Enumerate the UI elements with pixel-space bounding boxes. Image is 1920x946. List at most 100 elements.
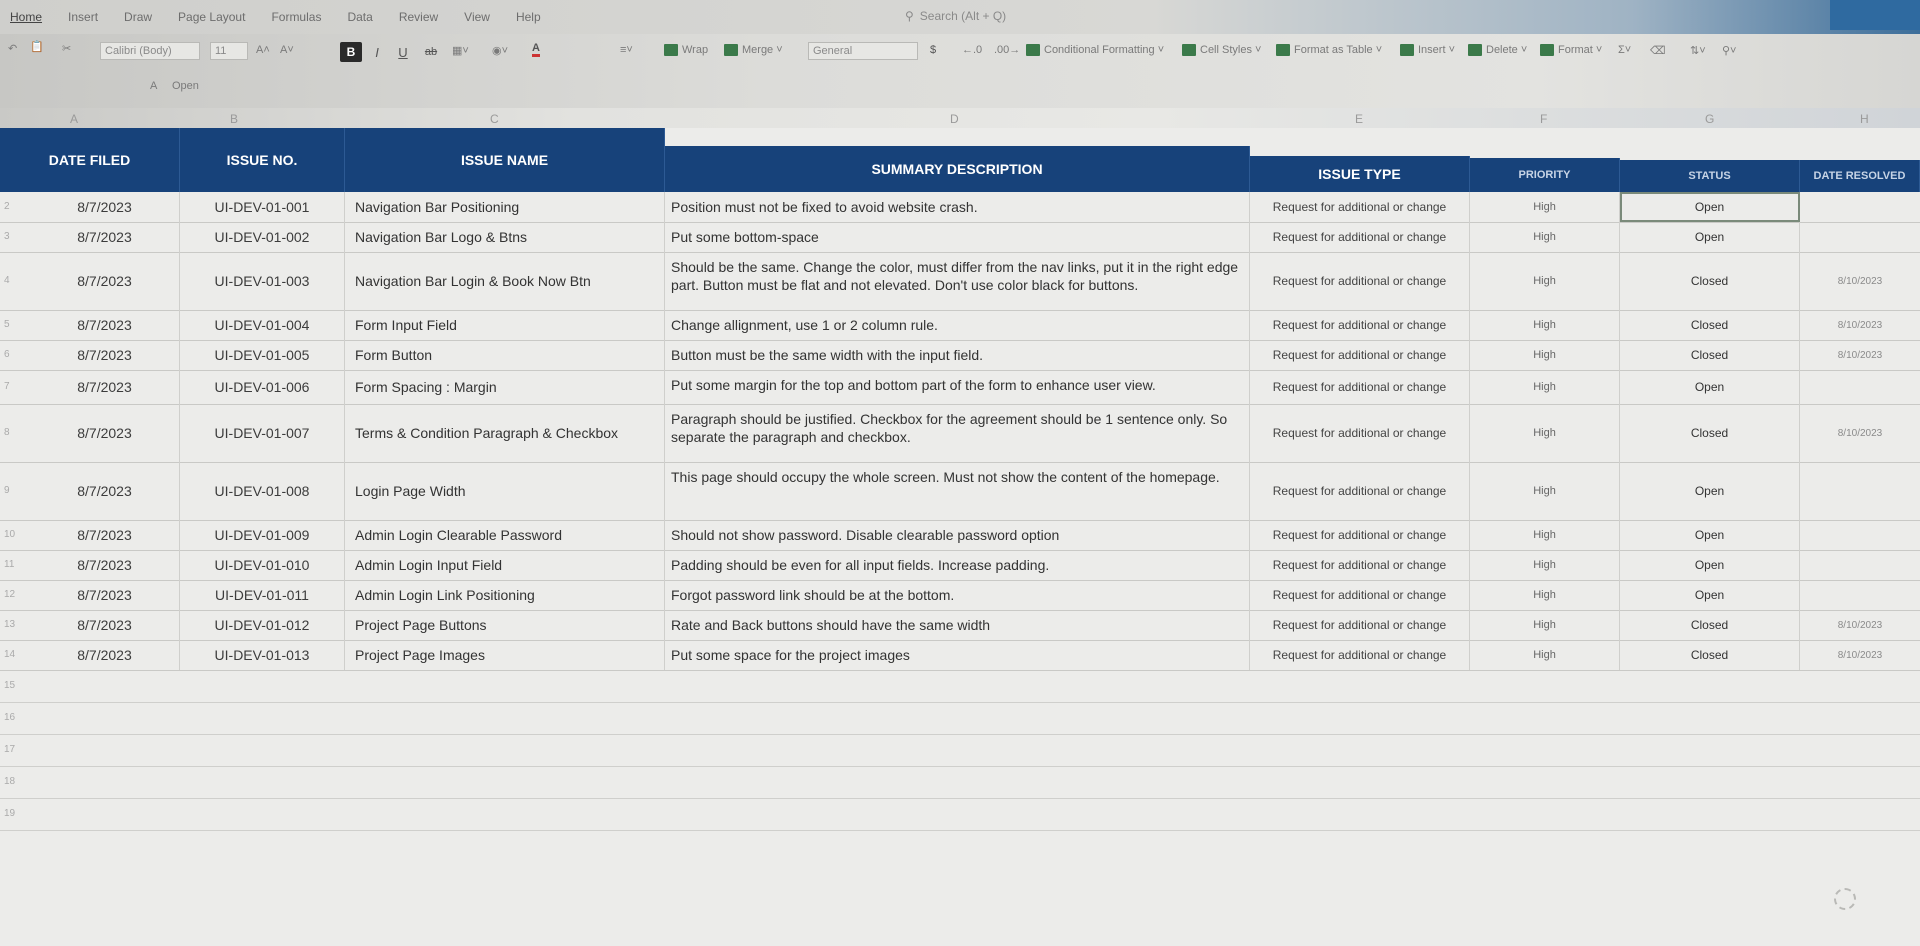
cell-status[interactable]: Open (1620, 520, 1800, 550)
cell-date-resolved[interactable]: 8/10/2023 (1800, 640, 1920, 670)
cell-date-filed[interactable]: 8/7/2023 (30, 252, 180, 310)
cell-issue-no[interactable]: UI-DEV-01-008 (180, 462, 345, 520)
cell-issue-no[interactable]: UI-DEV-01-004 (180, 310, 345, 340)
cell-date-filed[interactable]: 8/7/2023 (30, 340, 180, 370)
cell-issue-type[interactable]: Request for additional or change (1250, 550, 1470, 580)
cell-issue-no[interactable]: UI-DEV-01-012 (180, 610, 345, 640)
cell-styles-button[interactable]: Cell Styles ˅ (1182, 44, 1261, 57)
cell-date-resolved[interactable] (1800, 520, 1920, 550)
empty-row[interactable]: 16 (0, 702, 1920, 735)
cell-date-filed[interactable]: 8/7/2023 (30, 404, 180, 462)
cell-issue-no[interactable]: UI-DEV-01-013 (180, 640, 345, 670)
autosum-icon[interactable]: Σ˅ (1618, 44, 1631, 56)
header-date-filed[interactable]: DATE FILED (0, 128, 180, 192)
bold-button[interactable]: B (340, 42, 362, 62)
cell-priority[interactable]: High (1470, 340, 1620, 370)
cell-issue-type[interactable]: Request for additional or change (1250, 404, 1470, 462)
header-date-resolved[interactable]: DATE RESOLVED (1800, 160, 1920, 192)
row-number[interactable]: 7 (4, 381, 10, 392)
font-color-icon[interactable]: A (532, 42, 540, 57)
strikethrough-button[interactable]: ab (420, 42, 442, 62)
cell-date-filed[interactable]: 8/7/2023 (30, 550, 180, 580)
tab-review[interactable]: Review (399, 10, 438, 24)
undo-icon[interactable]: ↶ (8, 42, 17, 55)
cell-issue-type[interactable]: Request for additional or change (1250, 640, 1470, 670)
cell-status[interactable]: Open (1620, 550, 1800, 580)
cell-date-filed[interactable]: 8/7/2023 (30, 192, 180, 222)
row-number[interactable]: 14 (4, 649, 15, 660)
cell-date-resolved[interactable] (1800, 550, 1920, 580)
column-letter-g[interactable]: G (1705, 112, 1714, 126)
row-number[interactable]: 19 (4, 808, 15, 819)
cell-date-resolved[interactable]: 8/10/2023 (1800, 610, 1920, 640)
cell-issue-type[interactable]: Request for additional or change (1250, 580, 1470, 610)
column-letter-e[interactable]: E (1355, 112, 1363, 126)
name-box[interactable]: A (150, 80, 157, 92)
cell-summary[interactable]: Change allignment, use 1 or 2 column rul… (665, 310, 1250, 340)
cell-issue-type[interactable]: Request for additional or change (1250, 222, 1470, 252)
cell-summary[interactable]: Put some bottom-space (665, 222, 1250, 252)
column-letter-c[interactable]: C (490, 112, 499, 126)
cell-issue-name[interactable]: Admin Login Clearable Password (345, 520, 665, 550)
cell-issue-name[interactable]: Navigation Bar Login & Book Now Btn (345, 252, 665, 310)
cell-date-filed[interactable]: 8/7/2023 (30, 580, 180, 610)
row-number[interactable]: 16 (4, 712, 15, 723)
cell-issue-name[interactable]: Project Page Buttons (345, 610, 665, 640)
header-status[interactable]: STATUS (1620, 160, 1800, 192)
cell-issue-name[interactable]: Terms & Condition Paragraph & Checkbox (345, 404, 665, 462)
cell-priority[interactable]: High (1470, 222, 1620, 252)
cell-issue-type[interactable]: Request for additional or change (1250, 462, 1470, 520)
cell-issue-no[interactable]: UI-DEV-01-005 (180, 340, 345, 370)
row-number[interactable]: 5 (4, 319, 10, 330)
cell-issue-name[interactable]: Form Spacing : Margin (345, 370, 665, 404)
cell-date-filed[interactable]: 8/7/2023 (30, 462, 180, 520)
row-number[interactable]: 13 (4, 619, 15, 630)
cell-summary[interactable]: Button must be the same width with the i… (665, 340, 1250, 370)
cell-status[interactable]: Open (1620, 370, 1800, 404)
currency-button[interactable]: $ (930, 44, 936, 56)
merge-button[interactable]: Merge ˅ (724, 44, 783, 57)
tab-help[interactable]: Help (516, 10, 541, 24)
cell-date-resolved[interactable]: 8/10/2023 (1800, 252, 1920, 310)
column-letter-b[interactable]: B (230, 112, 238, 126)
increase-decimal-icon[interactable]: ←.0 (962, 44, 982, 56)
number-format-select[interactable]: General (808, 42, 918, 60)
empty-row[interactable]: 18 (0, 766, 1920, 799)
grow-font-icon[interactable]: A˄ (256, 44, 270, 56)
cell-priority[interactable]: High (1470, 580, 1620, 610)
row-number[interactable]: 6 (4, 349, 10, 360)
cell-date-resolved[interactable] (1800, 370, 1920, 404)
cell-issue-no[interactable]: UI-DEV-01-010 (180, 550, 345, 580)
cell-date-filed[interactable]: 8/7/2023 (30, 310, 180, 340)
row-number[interactable]: 2 (4, 201, 10, 212)
italic-button[interactable]: I (366, 42, 388, 62)
sort-filter-icon[interactable]: ⇅˅ (1690, 44, 1706, 57)
cell-status[interactable]: Closed (1620, 640, 1800, 670)
cell-date-resolved[interactable]: 8/10/2023 (1800, 340, 1920, 370)
cell-date-filed[interactable]: 8/7/2023 (30, 610, 180, 640)
cell-date-filed[interactable]: 8/7/2023 (30, 640, 180, 670)
column-letter-f[interactable]: F (1540, 112, 1547, 126)
cell-issue-name[interactable]: Admin Login Input Field (345, 550, 665, 580)
paste-icon[interactable]: 📋 (30, 40, 44, 53)
cell-status[interactable]: Closed (1620, 252, 1800, 310)
cell-status[interactable]: Open (1620, 192, 1800, 222)
font-name-select[interactable]: Calibri (Body) (100, 42, 200, 60)
row-number[interactable]: 9 (4, 485, 10, 496)
cell-issue-name[interactable]: Login Page Width (345, 462, 665, 520)
cell-issue-type[interactable]: Request for additional or change (1250, 520, 1470, 550)
cell-date-resolved[interactable] (1800, 580, 1920, 610)
cell-issue-no[interactable]: UI-DEV-01-011 (180, 580, 345, 610)
cell-status[interactable]: Closed (1620, 310, 1800, 340)
cell-status[interactable]: Open (1620, 222, 1800, 252)
wrap-text-button[interactable]: Wrap (664, 44, 708, 57)
cell-priority[interactable]: High (1470, 370, 1620, 404)
cell-issue-type[interactable]: Request for additional or change (1250, 340, 1470, 370)
quick-analysis-icon[interactable] (1834, 888, 1856, 910)
cell-issue-type[interactable]: Request for additional or change (1250, 192, 1470, 222)
tab-insert[interactable]: Insert (68, 10, 98, 24)
header-issue-type[interactable]: ISSUE TYPE (1250, 156, 1470, 192)
header-priority[interactable]: PRIORITY (1470, 158, 1620, 192)
cell-priority[interactable]: High (1470, 192, 1620, 222)
row-number[interactable]: 17 (4, 744, 15, 755)
